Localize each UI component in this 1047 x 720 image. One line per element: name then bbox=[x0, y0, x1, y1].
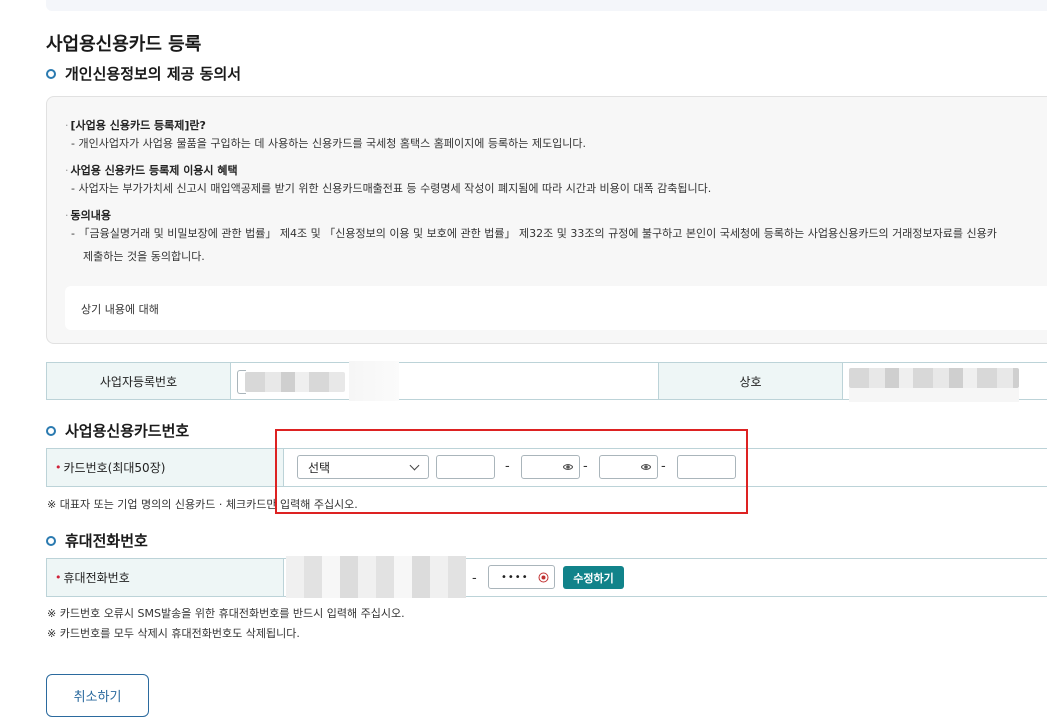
required-mark: • bbox=[55, 571, 62, 584]
redacted-name bbox=[849, 368, 1019, 388]
consent-section-title: 개인신용정보의 제공 동의서 bbox=[46, 63, 241, 84]
consent-section-label: 개인신용정보의 제공 동의서 bbox=[65, 65, 242, 83]
phone-note-2: ※ 카드번호를 모두 삭제시 휴대전화번호도 삭제됩니다. bbox=[47, 627, 300, 640]
business-info-row: 사업자등록번호 상호 bbox=[46, 361, 1047, 402]
card-number-header: • 카드번호(최대50장) bbox=[47, 449, 283, 486]
phone-section-label: 휴대전화번호 bbox=[65, 532, 148, 550]
reg-no-cell bbox=[230, 361, 658, 401]
consent-body-3: - 「금융실명거래 및 비밀보장에 관한 법률」 제4조 및 「신용정보의 이용… bbox=[71, 227, 997, 240]
bullet-icon bbox=[46, 535, 56, 546]
page-title: 사업용신용카드 등록 bbox=[46, 34, 202, 55]
bullet-icon bbox=[46, 68, 56, 79]
eye-off-icon[interactable] bbox=[538, 572, 549, 583]
bullet-icon bbox=[46, 425, 56, 436]
cancel-button[interactable]: 취소하기 bbox=[46, 674, 149, 717]
consent-heading-2: · 사업용 신용카드 등록제 이용시 혜택 bbox=[65, 164, 238, 177]
top-panel-edge bbox=[46, 0, 1047, 11]
consent-body-3-cont: 제출하는 것을 동의합니다. bbox=[83, 250, 205, 263]
consent-box: · [사업용 신용카드 등록제]란? - 개인사업자가 사업용 물품을 구입하는 … bbox=[46, 96, 1047, 344]
name-cell bbox=[842, 363, 1047, 402]
card-section-title: 사업용신용카드번호 bbox=[46, 420, 189, 441]
redacted-reg-no bbox=[245, 372, 345, 392]
consent-body-1: - 개인사업자가 사업용 물품을 구입하는 데 사용하는 신용카드를 국세청 홈… bbox=[71, 137, 586, 150]
redacted-area bbox=[349, 361, 399, 401]
phone-section-title: 휴대전화번호 bbox=[46, 530, 148, 551]
consent-agree-row[interactable]: 상기 내용에 대해 bbox=[65, 286, 1047, 330]
highlight-box bbox=[275, 429, 748, 514]
redacted-phone bbox=[286, 556, 466, 598]
card-section-label: 사업용신용카드번호 bbox=[65, 422, 190, 440]
phone-note-1: ※ 카드번호 오류시 SMS발송을 위한 휴대전화번호를 반드시 입력해 주십시… bbox=[47, 607, 405, 620]
consent-agree-label: 상기 내용에 대해 bbox=[81, 303, 159, 316]
phone-last-digits-input[interactable]: •••• bbox=[488, 565, 555, 589]
name-header: 상호 bbox=[658, 363, 842, 399]
edit-button[interactable]: 수정하기 bbox=[563, 566, 624, 589]
phone-dash: - bbox=[472, 571, 477, 586]
consent-body-2: - 사업자는 부가가치세 신고시 매입액공제를 받기 위한 신용카드매출전표 등… bbox=[71, 182, 712, 195]
consent-heading-1: · [사업용 신용카드 등록제]란? bbox=[65, 119, 206, 132]
consent-heading-3: · 동의내용 bbox=[65, 209, 111, 222]
redacted-name-shadow bbox=[849, 388, 1019, 402]
required-mark: • bbox=[55, 461, 62, 474]
phone-header: • 휴대전화번호 bbox=[47, 559, 283, 596]
reg-no-header: 사업자등록번호 bbox=[47, 363, 230, 399]
